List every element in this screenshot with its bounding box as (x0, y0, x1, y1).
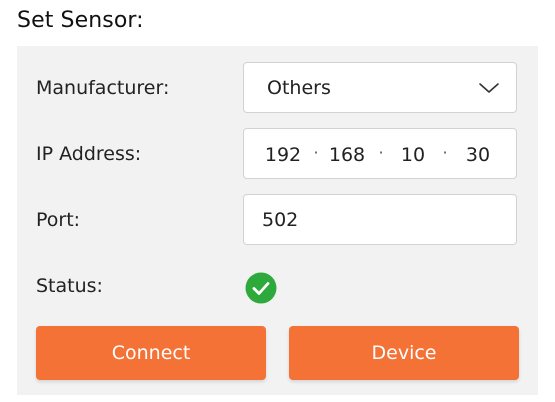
status-label: Status: (36, 275, 103, 297)
ip-octet-4[interactable]: 30 (456, 144, 500, 166)
port-label: Port: (36, 209, 81, 231)
connect-button[interactable]: Connect (36, 326, 266, 380)
device-button[interactable]: Device (289, 326, 519, 380)
port-value: 502 (262, 209, 299, 231)
sensor-settings-panel: Manufacturer: Others IP Address: 192 · 1… (17, 46, 538, 395)
ip-separator: · (442, 143, 448, 162)
chevron-down-icon (479, 83, 499, 93)
ip-address-label: IP Address: (36, 143, 142, 165)
ip-address-input[interactable]: 192 · 168 · 10 · 30 (243, 128, 517, 179)
manufacturer-label: Manufacturer: (36, 77, 170, 99)
page-title: Set Sensor: (17, 8, 144, 33)
ip-octet-3[interactable]: 10 (391, 144, 435, 166)
ip-separator: · (378, 143, 384, 162)
check-circle-icon (245, 272, 277, 304)
manufacturer-selected-value: Others (267, 77, 331, 99)
ip-octet-1[interactable]: 192 (261, 144, 305, 166)
port-input[interactable]: 502 (243, 194, 517, 245)
ip-octet-2[interactable]: 168 (325, 144, 369, 166)
ip-separator: · (313, 143, 319, 162)
manufacturer-select[interactable]: Others (243, 62, 517, 113)
